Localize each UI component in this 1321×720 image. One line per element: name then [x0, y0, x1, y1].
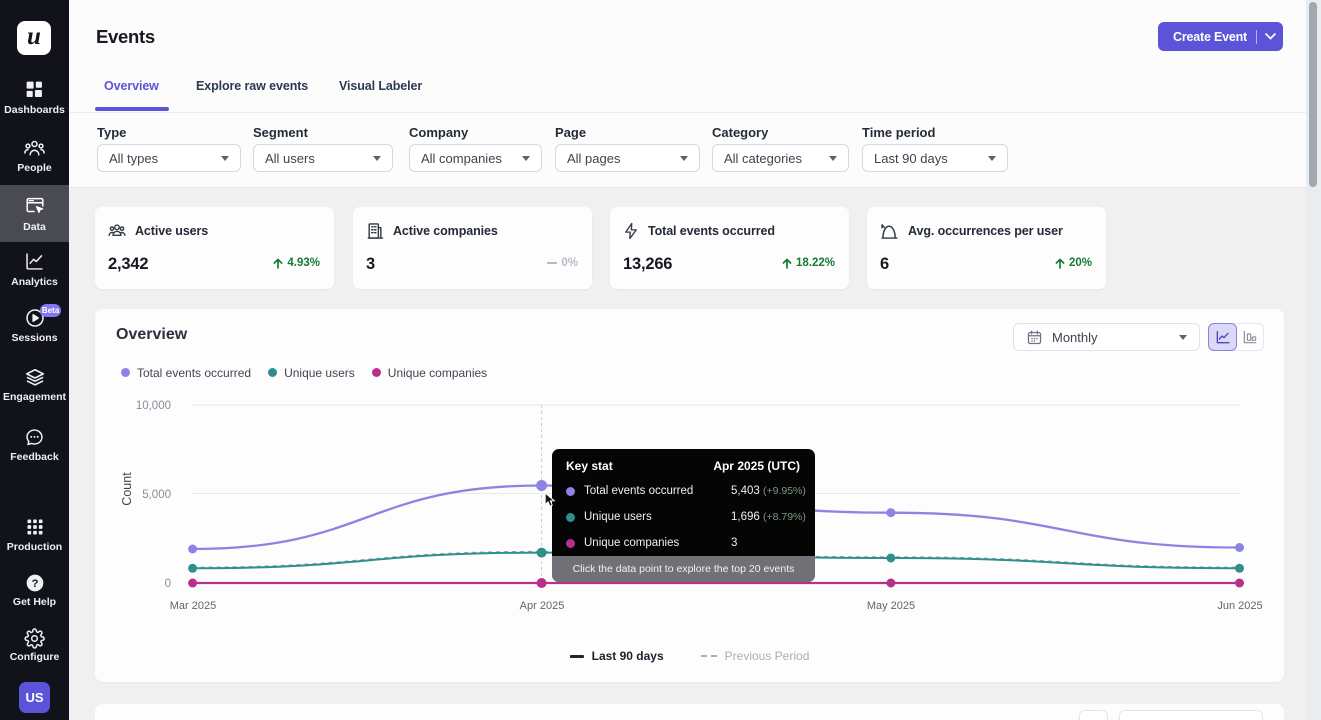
- svg-text:?: ?: [31, 578, 38, 590]
